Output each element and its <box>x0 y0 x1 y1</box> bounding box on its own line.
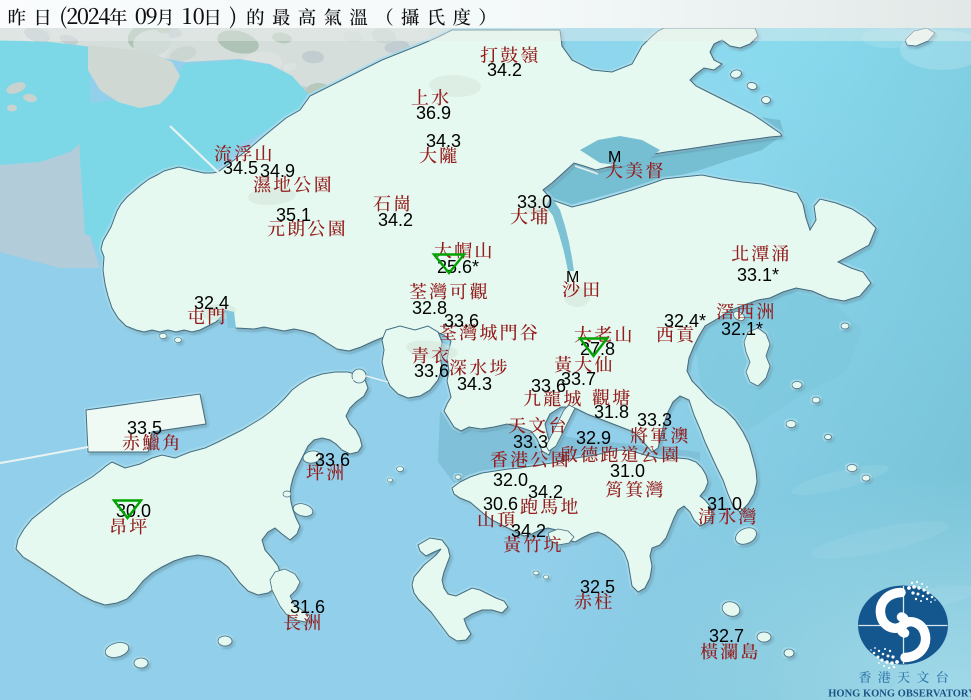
svg-text:34.9: 34.9 <box>260 161 295 181</box>
svg-text:32.5: 32.5 <box>580 577 615 597</box>
svg-text:33.7: 33.7 <box>561 369 596 389</box>
svg-text:33.6: 33.6 <box>531 376 566 396</box>
svg-text:M: M <box>608 149 621 166</box>
svg-text:34.3: 34.3 <box>426 131 461 151</box>
svg-text:31.6: 31.6 <box>290 597 325 617</box>
svg-text:33.6: 33.6 <box>444 311 479 331</box>
svg-text:34.2: 34.2 <box>528 482 563 502</box>
svg-text:36.9: 36.9 <box>416 103 451 123</box>
svg-text:32.4*: 32.4* <box>664 311 706 331</box>
svg-text:34.5: 34.5 <box>223 158 258 178</box>
svg-text:33.6: 33.6 <box>414 361 449 381</box>
svg-text:35.1: 35.1 <box>276 205 311 225</box>
svg-text:30.6: 30.6 <box>483 494 518 514</box>
svg-text:33.0: 33.0 <box>517 192 552 212</box>
svg-text:31.0: 31.0 <box>610 461 645 481</box>
svg-text:32.1*: 32.1* <box>721 319 763 339</box>
svg-text:34.3: 34.3 <box>457 374 492 394</box>
svg-text:34.2: 34.2 <box>487 60 522 80</box>
svg-text:32.0: 32.0 <box>493 470 528 490</box>
svg-text:31.8: 31.8 <box>594 402 629 422</box>
svg-text:HONG KONG OBSERVATORY: HONG KONG OBSERVATORY <box>828 689 971 700</box>
svg-text:33.6: 33.6 <box>315 450 350 470</box>
svg-text:34.2: 34.2 <box>511 521 546 541</box>
svg-text:32.9: 32.9 <box>576 428 611 448</box>
svg-text:34.2: 34.2 <box>378 210 413 230</box>
svg-text:33.3: 33.3 <box>513 432 548 452</box>
svg-text:33.1*: 33.1* <box>737 265 779 285</box>
svg-text:32.8: 32.8 <box>412 298 447 318</box>
svg-text:33.5: 33.5 <box>127 418 162 438</box>
svg-text:32.7: 32.7 <box>709 626 744 646</box>
svg-text:M: M <box>566 269 579 286</box>
svg-text:31.0: 31.0 <box>707 494 742 514</box>
svg-text:32.4: 32.4 <box>194 293 229 313</box>
svg-text:33.3: 33.3 <box>637 410 672 430</box>
